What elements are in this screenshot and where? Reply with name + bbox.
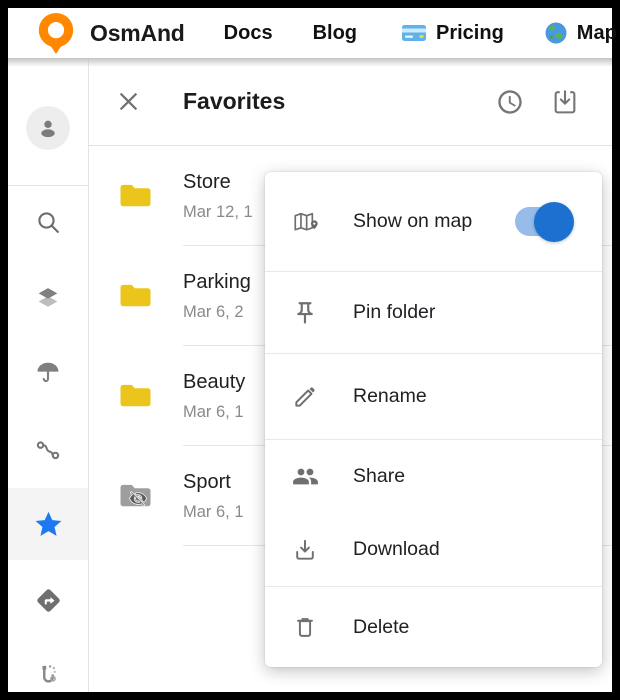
nav-link-docs[interactable]: Docs (224, 22, 273, 45)
menu-section: Show on map (265, 172, 602, 272)
globe-icon (544, 21, 568, 45)
clock-icon[interactable] (496, 88, 524, 116)
folder-text: Store Mar 12, 1 (183, 169, 253, 223)
sidebar-item-map-layers[interactable] (8, 284, 88, 312)
person-icon (35, 115, 61, 141)
menu-section: Pin folder (265, 272, 602, 354)
sidebar-item-favorites[interactable] (8, 509, 88, 540)
menu-item-show-on-map[interactable]: Show on map (265, 172, 602, 271)
download-tray-icon (292, 537, 320, 563)
credit-card-icon (401, 23, 427, 43)
menu-item-share[interactable]: Share (265, 440, 602, 513)
search-icon (35, 209, 62, 236)
sidebar-item-weather[interactable] (8, 359, 88, 387)
route-track-icon (34, 437, 62, 465)
avatar (26, 106, 70, 150)
folder-icon (89, 281, 183, 311)
star-icon (33, 509, 64, 540)
push-pin-icon (292, 300, 320, 326)
menu-section: Rename (265, 354, 602, 440)
folder-text: Parking Mar 6, 2 (183, 269, 251, 323)
folder-context-menu: Show on map Pin folder (265, 172, 602, 667)
nav-link-map[interactable]: Map (544, 21, 617, 45)
app-window: OsmAnd Docs Blog Pricing (0, 0, 620, 700)
sidebar-item-account[interactable] (8, 106, 88, 150)
folder-date: Mar 6, 1 (183, 401, 245, 423)
nav-link-pricing[interactable]: Pricing (401, 22, 504, 45)
sidebar-divider (8, 185, 88, 186)
folder-icon (89, 381, 183, 411)
show-on-map-toggle[interactable] (515, 207, 572, 236)
folder-hidden-icon (89, 481, 183, 511)
layers-icon (34, 284, 62, 312)
menu-item-download[interactable]: Download (265, 513, 602, 586)
brand-name[interactable]: OsmAnd (90, 20, 185, 47)
folder-text: Beauty Mar 6, 1 (183, 369, 245, 423)
sidebar (8, 58, 89, 692)
folder-name: Sport (183, 469, 244, 496)
folder-text: Sport Mar 6, 1 (183, 469, 244, 523)
menu-item-label: Show on map (353, 210, 472, 233)
page-title: Favorites (183, 88, 285, 115)
panel-header: Favorites (89, 58, 612, 146)
people-icon (292, 464, 320, 490)
folder-icon (89, 181, 183, 211)
top-navbar: OsmAnd Docs Blog Pricing (8, 8, 612, 58)
menu-item-delete[interactable]: Delete (265, 587, 602, 667)
menu-item-pin-folder[interactable]: Pin folder (265, 272, 602, 353)
folder-date: Mar 12, 1 (183, 201, 253, 223)
folder-name: Parking (183, 269, 251, 296)
folder-name: Beauty (183, 369, 245, 396)
map-pin-icon (292, 209, 320, 235)
plan-route-icon (35, 660, 62, 687)
trash-icon (292, 614, 320, 640)
directions-icon (34, 586, 63, 615)
sidebar-item-tracks[interactable] (8, 437, 88, 465)
menu-section: Share Download (265, 440, 602, 587)
sidebar-item-search[interactable] (8, 209, 88, 236)
toggle-knob (534, 202, 574, 242)
import-file-icon[interactable] (551, 88, 579, 116)
menu-item-label: Share (353, 465, 405, 488)
close-icon[interactable] (115, 88, 142, 115)
menu-item-rename[interactable]: Rename (265, 354, 602, 439)
nav-link-blog[interactable]: Blog (313, 22, 357, 45)
pencil-icon (292, 384, 320, 410)
folder-name: Store (183, 169, 253, 196)
umbrella-icon (34, 359, 62, 387)
menu-item-label: Pin folder (353, 301, 435, 324)
folder-date: Mar 6, 1 (183, 501, 244, 523)
header-actions (496, 88, 579, 116)
sidebar-item-navigation[interactable] (8, 586, 88, 615)
folder-date: Mar 6, 2 (183, 301, 251, 323)
sidebar-item-plan-route[interactable] (8, 660, 88, 687)
menu-item-label: Download (353, 538, 440, 561)
menu-item-label: Rename (353, 385, 427, 408)
osmand-logo-icon[interactable] (35, 10, 77, 56)
menu-section: Delete (265, 587, 602, 667)
menu-item-label: Delete (353, 616, 409, 639)
